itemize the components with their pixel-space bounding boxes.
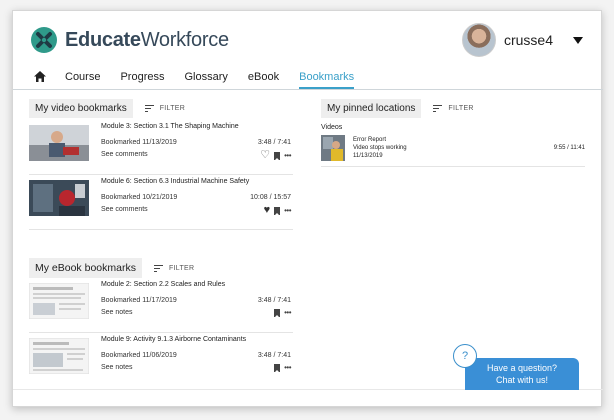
ebook-bookmarks-header: My eBook bookmarks FILTER	[29, 258, 194, 278]
video-thumbnail[interactable]	[321, 135, 345, 161]
see-notes-link[interactable]: See notes	[101, 364, 133, 371]
tab-course[interactable]: Course	[65, 66, 100, 89]
avatar[interactable]	[461, 23, 496, 57]
tab-progress[interactable]: Progress	[120, 66, 164, 89]
item-actions: ♥ •••	[260, 205, 291, 216]
bookmark-icon[interactable]	[274, 309, 281, 318]
item-title[interactable]: Module 9: Activity 9.1.3 Airborne Contam…	[101, 336, 246, 343]
more-icon[interactable]: •••	[284, 151, 291, 160]
item-actions: •••	[270, 364, 291, 373]
item-time: 3:48 / 7:41	[257, 139, 291, 146]
pinned-time: 9:55 / 11:41	[553, 145, 585, 151]
brand-name: EducateWorkforce	[65, 29, 229, 52]
heart-filled-icon[interactable]: ♥	[264, 205, 271, 216]
filter-button[interactable]: FILTER	[153, 264, 195, 272]
home-icon[interactable]	[33, 70, 47, 84]
filter-button[interactable]: FILTER	[433, 105, 473, 112]
section-title: My pinned locations	[321, 99, 422, 118]
logo-icon	[31, 27, 57, 53]
list-item[interactable]: Module 3: Section 3.1 The Shaping Machin…	[29, 123, 293, 175]
brand-name-regular: Workforce	[140, 28, 229, 51]
filter-icon	[144, 105, 154, 112]
brand-name-bold: Educate	[65, 28, 141, 51]
more-icon[interactable]: •••	[284, 206, 291, 215]
item-title[interactable]: Module 6: Section 6.3 Industrial Machine…	[101, 178, 249, 185]
more-icon[interactable]: •••	[284, 309, 291, 317]
divider	[29, 332, 293, 333]
main-nav: Course Progress Glossary eBook Bookmarks	[13, 65, 603, 90]
chat-line-2: Chat with us!	[495, 375, 549, 385]
bookmark-icon[interactable]	[274, 151, 281, 161]
chat-line-1: Have a question?	[486, 363, 558, 373]
item-time: 10:08 / 15:57	[250, 194, 291, 201]
ebook-thumbnail[interactable]	[28, 337, 90, 375]
list-item[interactable]: Module 6: Section 6.3 Industrial Machine…	[29, 178, 293, 230]
pinned-locations-header: My pinned locations FILTER	[321, 99, 474, 118]
item-actions: •••	[270, 309, 291, 318]
item-actions: ♡ •••	[256, 150, 291, 161]
item-date: Bookmarked 11/13/2019	[101, 139, 177, 146]
divider	[29, 229, 293, 230]
section-title: My video bookmarks	[29, 99, 133, 118]
bookmark-icon[interactable]	[274, 206, 281, 216]
pinned-subheading: Videos	[321, 124, 343, 131]
filter-icon	[153, 264, 163, 272]
bookmark-icon[interactable]	[274, 364, 281, 373]
list-item[interactable]: Module 2: Section 2.2 Scales and Rules B…	[28, 281, 293, 333]
pinned-item[interactable]: Error Report Video stops working 11/13/2…	[321, 135, 585, 167]
filter-label: FILTER	[448, 105, 474, 112]
list-item[interactable]: Module 9: Activity 9.1.3 Airborne Contam…	[28, 336, 293, 382]
tab-ebook[interactable]: eBook	[248, 66, 279, 89]
filter-button[interactable]: FILTER	[144, 105, 186, 112]
item-date: Bookmarked 11/06/2019	[101, 352, 177, 359]
video-thumbnail[interactable]	[29, 180, 89, 216]
item-time: 3:48 / 7:41	[257, 297, 291, 304]
item-title[interactable]: Module 2: Section 2.2 Scales and Rules	[101, 281, 225, 288]
divider	[29, 174, 293, 175]
see-comments-link[interactable]: See comments	[101, 151, 148, 158]
pinned-date: 11/13/2019	[353, 153, 383, 159]
tab-bookmarks[interactable]: Bookmarks	[299, 66, 355, 89]
see-notes-link[interactable]: See notes	[101, 309, 133, 316]
video-bookmarks-header: My video bookmarks FILTER	[29, 99, 185, 118]
chat-button[interactable]: Have a question? Chat with us!	[465, 358, 579, 390]
item-date: Bookmarked 11/17/2019	[101, 297, 177, 304]
tab-glossary[interactable]: Glossary	[185, 66, 228, 89]
video-thumbnail[interactable]	[29, 125, 89, 161]
help-icon[interactable]: ?	[453, 344, 477, 368]
filter-label: FILTER	[168, 264, 195, 272]
see-comments-link[interactable]: See comments	[101, 206, 148, 213]
item-date: Bookmarked 10/21/2019	[101, 194, 178, 201]
app-window: EducateWorkforce crusse4 Course Progress…	[12, 10, 603, 407]
divider	[321, 166, 585, 167]
more-icon[interactable]: •••	[284, 364, 291, 372]
username[interactable]: crusse4	[504, 32, 553, 48]
pinned-note: Video stops working	[353, 145, 407, 151]
filter-icon	[433, 105, 443, 112]
ebook-thumbnail[interactable]	[28, 282, 90, 320]
brand-logo[interactable]: EducateWorkforce	[31, 27, 229, 53]
user-menu[interactable]: crusse4	[461, 23, 583, 57]
filter-label: FILTER	[159, 105, 186, 112]
heart-outline-icon[interactable]: ♡	[260, 150, 270, 161]
item-title[interactable]: Module 3: Section 3.1 The Shaping Machin…	[101, 123, 239, 130]
pinned-title[interactable]: Error Report	[353, 137, 386, 143]
section-title: My eBook bookmarks	[29, 258, 142, 278]
item-time: 3:48 / 7:41	[257, 352, 291, 359]
chevron-down-icon[interactable]	[573, 36, 583, 44]
